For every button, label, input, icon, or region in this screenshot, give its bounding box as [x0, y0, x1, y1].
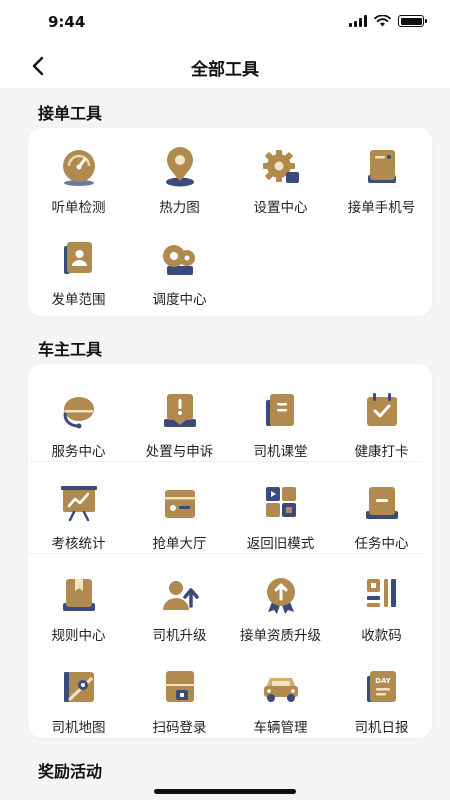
tool-scan-login[interactable]: 扫码登录	[129, 648, 230, 740]
tool-order-phone[interactable]: 接单手机号	[331, 128, 432, 220]
tool-label: 车辆管理	[253, 720, 308, 736]
task-icon	[365, 487, 398, 519]
tool-label: 收款码	[361, 628, 402, 644]
tool-label: 任务中心	[354, 536, 409, 552]
tool-label: 接单资质升级	[240, 628, 321, 644]
tool-label: 设置中心	[253, 200, 308, 216]
tool-label: 调度中心	[152, 292, 207, 308]
tool-label: 发单范围	[51, 292, 106, 308]
tool-dispatch-center[interactable]: 调度中心	[129, 220, 230, 312]
tool-back-to-old-mode[interactable]: 返回旧模式	[230, 464, 331, 556]
tool-task-center[interactable]: 任务中心	[331, 464, 432, 556]
book-icon	[265, 394, 294, 426]
map-icon	[63, 672, 94, 702]
tool-service-center[interactable]: 服务中心	[28, 372, 129, 464]
tool-label: 听单检测	[51, 200, 106, 216]
status-icons	[349, 15, 427, 27]
phone-icon	[367, 150, 396, 183]
tool-driver-upgrade[interactable]: 司机升级	[129, 556, 230, 648]
user-card-icon	[63, 242, 92, 274]
tool-label: 接单手机号	[347, 200, 416, 216]
status-time: 9:44	[48, 13, 86, 31]
tool-label: 服务中心	[51, 444, 106, 460]
tool-label: 处置与申诉	[145, 444, 214, 460]
tool-label: 考核统计	[51, 536, 106, 552]
calendar-check-icon	[366, 393, 397, 426]
tool-label: 健康打卡	[354, 444, 409, 460]
car-icon	[263, 678, 298, 702]
cellular-signal-icon	[349, 15, 367, 27]
tool-payment-code[interactable]: 收款码	[331, 556, 432, 648]
grid-icon	[265, 487, 296, 517]
tool-label: 规则中心	[51, 628, 106, 644]
tool-label: 司机日报	[354, 720, 409, 736]
section-title-reward-activities: 奖励活动	[38, 762, 103, 781]
tool-listen-check[interactable]: 听单检测	[28, 128, 129, 220]
tool-label: 热力图	[159, 200, 200, 216]
qr-code-icon	[366, 579, 396, 607]
tool-label: 司机地图	[51, 720, 106, 736]
tool-label: 返回旧模式	[246, 536, 315, 552]
tool-driver-class[interactable]: 司机课堂	[230, 372, 331, 464]
battery-icon	[398, 15, 427, 27]
map-pin-icon	[165, 147, 194, 187]
wifi-icon	[374, 15, 391, 27]
upgrade-icon	[162, 581, 199, 610]
headset-icon	[63, 397, 94, 429]
tool-settings-center[interactable]: 设置中心	[230, 128, 331, 220]
section-title-owner-tools: 车主工具	[38, 340, 103, 359]
tool-dispatch-range[interactable]: 发单范围	[28, 220, 129, 312]
tool-assessment-stats[interactable]: 考核统计	[28, 464, 129, 556]
status-bar: 9:44	[0, 0, 450, 44]
gauge-icon	[62, 150, 95, 186]
section-title-order-tools: 接单工具	[38, 104, 103, 123]
day-report-icon: DAY	[366, 671, 396, 702]
tool-heatmap[interactable]: 热力图	[129, 128, 230, 220]
gear-icon	[262, 150, 299, 183]
badge-upgrade-icon	[266, 578, 295, 614]
tool-driver-map[interactable]: 司机地图	[28, 648, 129, 740]
tools-content[interactable]: 接单工具 听单检测 热力图 设置中心 接单手机号 发单范围 调度中心 车主工具 …	[0, 88, 450, 800]
scan-login-icon	[165, 671, 194, 702]
tool-label: 司机升级	[152, 628, 207, 644]
day-icon-text: DAY	[375, 677, 392, 685]
home-indicator	[154, 789, 296, 794]
tool-order-hall[interactable]: 抢单大厅	[129, 464, 230, 556]
tool-driver-daily-report[interactable]: DAY 司机日报	[331, 648, 432, 740]
nav-bar: 全部工具	[0, 44, 450, 88]
tool-rules-center[interactable]: 规则中心	[28, 556, 129, 648]
tool-label: 抢单大厅	[152, 536, 207, 552]
tool-label: 司机课堂	[253, 444, 308, 460]
tool-appeal[interactable]: 处置与申诉	[129, 372, 230, 464]
page-title: 全部工具	[191, 60, 259, 80]
alert-icon	[163, 394, 196, 427]
tool-qualification-upgrade[interactable]: 接单资质升级	[230, 556, 331, 648]
dispatch-icon	[162, 245, 195, 275]
tool-vehicle-management[interactable]: 车辆管理	[230, 648, 331, 740]
rule-book-icon	[62, 579, 95, 611]
chart-board-icon	[60, 486, 97, 522]
tool-label: 扫码登录	[152, 720, 207, 736]
tool-health-checkin[interactable]: 健康打卡	[331, 372, 432, 464]
hall-icon	[164, 490, 195, 518]
